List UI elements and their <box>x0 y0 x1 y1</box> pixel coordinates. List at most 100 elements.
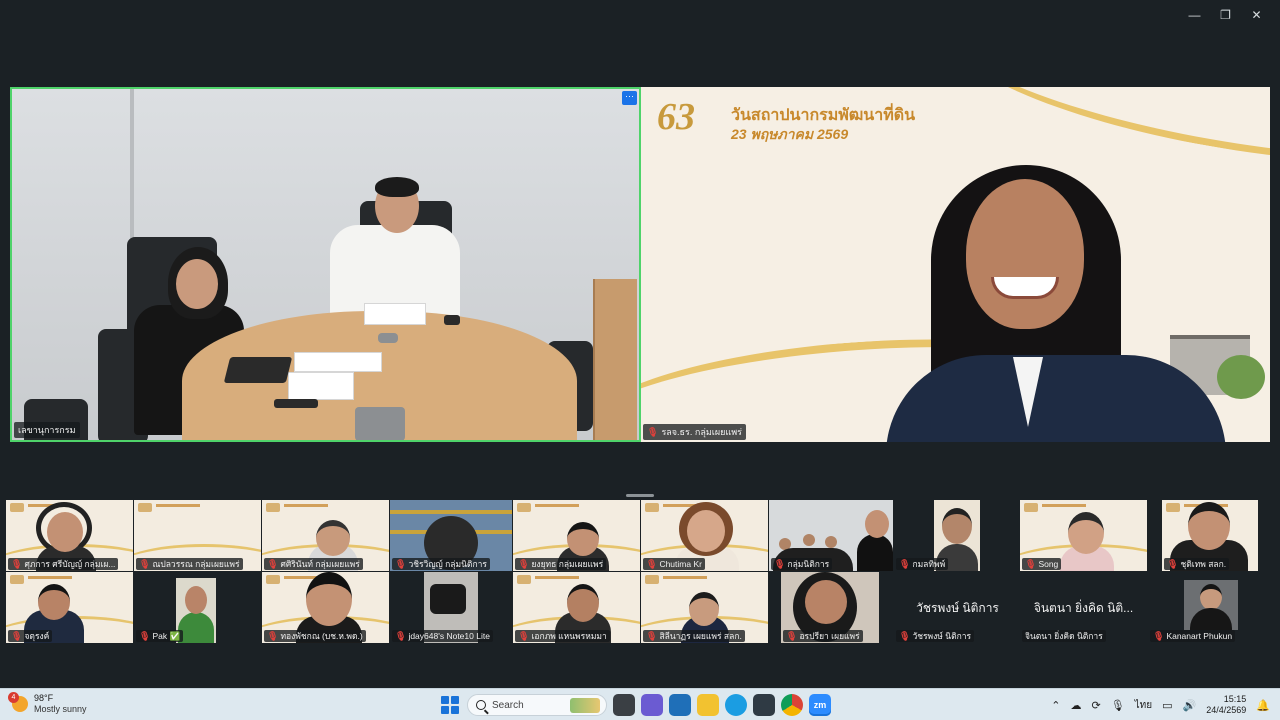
mic-muted-icon: 🎙 <box>646 631 658 641</box>
speaker-tile-left[interactable]: ··· เลขานุการกรม <box>10 87 641 442</box>
participant-tile[interactable]: 🎙 กมลทิพพ์ <box>894 500 1021 571</box>
cloud-icon[interactable]: ☁ <box>1070 699 1081 712</box>
participant-tile[interactable]: 🎙 ทองพัชกณ (บช.ห.พด.) <box>262 572 389 643</box>
zoom-icon[interactable]: zm <box>809 694 831 716</box>
person-head <box>687 510 725 552</box>
participant-name-label: 🎙 Kananart Phukun <box>1150 630 1236 642</box>
gallery-resize-handle[interactable] <box>626 494 654 497</box>
tree-illustration <box>1217 355 1265 399</box>
chrome-icon[interactable] <box>781 694 803 716</box>
participant-tile[interactable]: 🎙 สิลีนาฏร เผยแพร่ สลก. <box>641 572 768 643</box>
person-head <box>176 259 218 309</box>
person-head <box>316 520 350 556</box>
participant-tile[interactable]: 🎙 Song <box>1020 500 1147 571</box>
banner-strip <box>641 572 768 586</box>
participant-tile[interactable]: 🎙 Pak ✅ <box>134 572 261 643</box>
language-indicator[interactable]: ไทย <box>1135 698 1152 713</box>
participant-tile[interactable]: 🎙 ชุติเทพ สลก. <box>1162 500 1258 571</box>
participant-tile[interactable]: 🎙 jday648's Note10 Lite <box>390 572 512 643</box>
chevron-up-icon[interactable]: ⌃ <box>1051 699 1060 712</box>
minimize-icon[interactable]: — <box>1179 4 1210 26</box>
search-label: Search <box>492 699 524 711</box>
volume-icon[interactable]: 🔊 <box>1183 699 1197 712</box>
edge-icon[interactable] <box>725 694 747 716</box>
participant-tile[interactable]: 🎙 Chutima Kr <box>641 500 768 571</box>
restore-icon[interactable]: ❐ <box>1210 4 1241 26</box>
microphone-icon[interactable]: 🎙 <box>1111 699 1125 712</box>
participant-name-label: 🎙 Chutima Kr <box>643 558 705 570</box>
participant-name-label: จินตนา ยิ่งคิด นิติการ <box>1022 630 1106 642</box>
participant-tile[interactable]: 🎙 ณปลวรรณ กลุ่มเผยแพร่ <box>134 500 261 571</box>
phone-camera <box>430 584 466 614</box>
participant-tile[interactable]: 🎙 วชิรวิญญ์ กลุ่มนิติการ <box>390 500 512 571</box>
participant-tile[interactable]: 🎙 เอกภพ แหนพรหมมา <box>513 572 640 643</box>
participant-name: กมลทิพพ์ <box>912 559 946 569</box>
person-hair <box>375 177 419 197</box>
participant-name: วชิรวิญญ์ กลุ่มนิติการ <box>408 559 487 569</box>
more-options-button[interactable]: ··· <box>622 91 637 105</box>
banner-strip <box>513 572 640 586</box>
chat-icon[interactable] <box>641 694 663 716</box>
participant-name: ยงยุทธ กลุ่มเผยแพร่ <box>531 559 604 569</box>
person-head <box>825 536 837 548</box>
windows-start-icon[interactable] <box>439 694 461 716</box>
participant-display-name: จินตนา ยิ่งคิด นิติ... <box>1033 601 1134 615</box>
participant-name: เลขานุการกรม <box>18 425 76 435</box>
participant-name-label: 🎙 Song <box>1022 558 1062 570</box>
participant-gallery: 🎙 ศุภการ ศรีบัญญ์ กลุ่มเผ... 🎙 ณปลวรรณ กลุ… <box>6 500 1270 644</box>
participant-name-label: เลขานุการกรม <box>14 422 80 438</box>
person-head <box>1200 584 1222 610</box>
game-icon[interactable] <box>753 694 775 716</box>
file-explorer-icon[interactable] <box>697 694 719 716</box>
participant-name-label: 🎙 ยงยุทธ กลุ่มเผยแพร่ <box>515 558 607 570</box>
monitor-icon[interactable]: ▭ <box>1162 699 1172 712</box>
person-body <box>178 612 214 643</box>
person-head <box>865 510 889 538</box>
sync-icon[interactable]: ⟳ <box>1091 699 1100 712</box>
taskbar-search[interactable]: Search <box>467 694 607 716</box>
phone <box>274 399 318 408</box>
clock[interactable]: 15:15 24/4/2569 <box>1206 694 1246 716</box>
notification-bell-icon[interactable]: 🔔 <box>1256 699 1270 712</box>
person-head <box>1188 502 1230 550</box>
mic-muted-icon: 🎙 <box>267 631 279 641</box>
participant-name-label: 🎙 จตุรงค์ <box>8 630 53 642</box>
participant-name-label: 🎙 อรปรียา เผยแพร่ <box>783 630 863 642</box>
participant-name: Chutima Kr <box>659 559 702 569</box>
person-head <box>567 522 599 556</box>
participant-display-name: วัชรพงษ์ นิติการ <box>916 601 999 615</box>
person-head <box>47 512 83 552</box>
person-head <box>942 508 972 544</box>
mic-muted-icon: 🎙 <box>518 631 530 641</box>
participant-tile[interactable]: 🎙 ศุภการ ศรีบัญญ์ กลุ่มเผ... <box>6 500 133 571</box>
banner-strip <box>134 500 261 514</box>
mic-muted-icon: 🎙 <box>1153 631 1165 641</box>
participant-tile[interactable]: 🎙 อรปรียา เผยแพร่ <box>781 572 879 643</box>
mic-muted-icon: 🎙 <box>139 559 151 569</box>
person-head <box>803 534 815 546</box>
weather-widget[interactable]: 4 98°F Mostly sunny <box>8 692 87 715</box>
participant-tile[interactable]: 🎙 จตุรงค์ <box>6 572 133 643</box>
participant-tile[interactable]: 🎙 Kananart Phukun <box>1148 572 1270 643</box>
clock-date: 24/4/2569 <box>1206 705 1247 715</box>
weather-description: Mostly sunny <box>34 704 87 714</box>
participant-tile[interactable]: 🎙 ศศิรินันท์ กลุ่มเผยแพร่ <box>262 500 389 571</box>
speaker-tile-right[interactable]: 63 วันสถาปนากรมพัฒนาที่ดิน 23 พฤษภาคม 25… <box>641 87 1270 442</box>
participant-name: รลจ.ธร. กลุ่มเผยแพร่ <box>661 427 742 437</box>
participant-tile[interactable]: 🎙 กลุ่มนิติการ <box>769 500 893 571</box>
tablet <box>223 357 293 383</box>
store-icon[interactable] <box>669 694 691 716</box>
search-highlight-icon <box>570 698 600 713</box>
participant-tile[interactable]: วัชรพงษ์ นิติการ 🎙 วัชรพงษ์ นิติการ <box>894 572 1021 643</box>
participant-name-label: 🎙 วัชรพงษ์ นิติการ <box>896 630 975 642</box>
participant-tile[interactable]: จินตนา ยิ่งคิด นิติ... จินตนา ยิ่งคิด นิ… <box>1020 572 1147 643</box>
mic-muted-icon: 🎙 <box>647 426 659 437</box>
participant-tile[interactable]: 🎙 ยงยุทธ กลุ่มเผยแพร่ <box>513 500 640 571</box>
mic-muted-icon: 🎙 <box>1025 559 1037 569</box>
participant-name: ศศิรินันท์ กลุ่มเผยแพร่ <box>280 559 360 569</box>
participant-name-label: 🎙 กมลทิพพ์ <box>896 558 949 570</box>
close-icon[interactable]: ✕ <box>1241 4 1272 26</box>
task-view-icon[interactable] <box>613 694 635 716</box>
document <box>294 352 382 372</box>
person-head <box>185 586 207 614</box>
